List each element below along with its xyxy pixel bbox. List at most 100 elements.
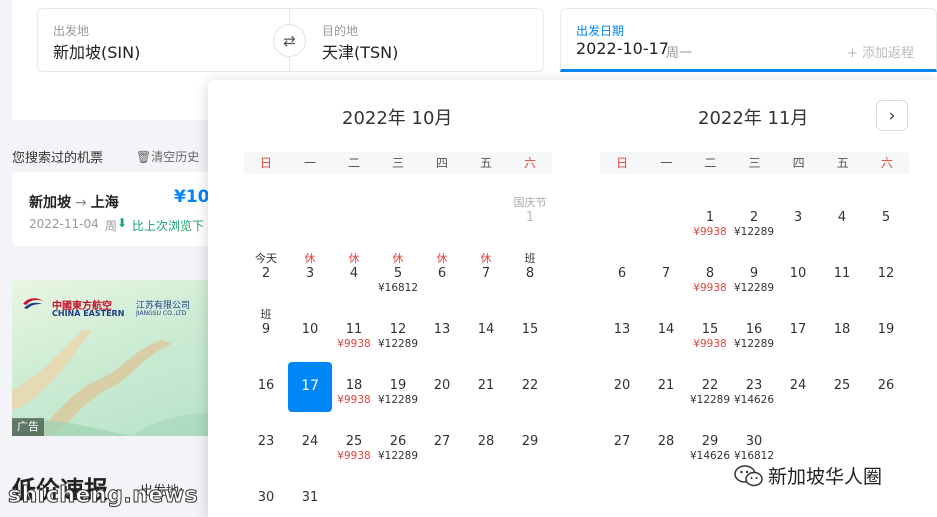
ad-banner[interactable]: 中國東方航空 CHINA EASTERN 江苏有限公司 JIANGSU CO.,…: [12, 280, 217, 436]
day-number: 26: [389, 434, 407, 449]
add-return-button[interactable]: + 添加返程: [847, 42, 914, 61]
weekday-label: 三: [391, 156, 404, 170]
next-month-button[interactable]: ›: [876, 100, 908, 131]
day-cell[interactable]: 12 ¥12289: [376, 308, 420, 358]
day-cell[interactable]: 15: [508, 308, 552, 358]
day-cell[interactable]: 10: [776, 252, 820, 302]
departure-field[interactable]: 出发地 新加坡(SIN): [37, 8, 290, 72]
destination-field[interactable]: 目的地 天津(TSN): [290, 8, 544, 72]
day-cell[interactable]: 15 ¥9938: [688, 308, 732, 358]
day-cell[interactable]: 11: [820, 252, 864, 302]
day-cell[interactable]: 5: [864, 196, 908, 246]
day-number: 16: [257, 378, 275, 393]
day-cell[interactable]: 21: [464, 364, 508, 414]
day-cell[interactable]: 16 ¥12289: [732, 308, 776, 358]
day-number: 13: [613, 322, 631, 337]
day-cell[interactable]: 22 ¥12289: [688, 364, 732, 414]
day-number: 8: [705, 266, 715, 281]
day-cell[interactable]: 20: [420, 364, 464, 414]
day-cell[interactable]: 21: [644, 364, 688, 414]
day-price: ¥12289: [377, 394, 419, 406]
day-cell[interactable]: 8 ¥9938: [688, 252, 732, 302]
day-cell[interactable]: 2 ¥12289: [732, 196, 776, 246]
day-cell[interactable]: 7: [644, 252, 688, 302]
day-cell[interactable]: 休6: [420, 252, 464, 302]
day-number: 29: [521, 434, 539, 449]
day-cell[interactable]: 18: [820, 308, 864, 358]
day-price: ¥12289: [733, 282, 775, 294]
day-cell[interactable]: 班9: [244, 308, 288, 358]
day-cell[interactable]: 14: [464, 308, 508, 358]
day-cell[interactable]: 20: [600, 364, 644, 414]
day-cell[interactable]: 30: [244, 476, 288, 517]
swap-cities-button[interactable]: ⇄: [273, 24, 306, 57]
weekday-label: 四: [792, 156, 805, 170]
day-cell[interactable]: 27: [600, 420, 644, 470]
day-number: 23: [257, 434, 275, 449]
day-cell[interactable]: 10: [288, 308, 332, 358]
day-cell[interactable]: 26 ¥12289: [376, 420, 420, 470]
day-cell[interactable]: 13: [600, 308, 644, 358]
day-cell[interactable]: 班8: [508, 252, 552, 302]
day-cell[interactable]: 13: [420, 308, 464, 358]
day-number: 19: [389, 378, 407, 393]
day-tag: 休: [480, 252, 492, 265]
history-card[interactable]: 新加坡 → 上海 ¥10 2022-11-04 周 ⬇ 比上次浏览下: [12, 172, 217, 246]
day-cell[interactable]: 1 ¥9938: [688, 196, 732, 246]
month-title-october: 2022年 10月: [342, 108, 453, 129]
history-weekday: 周: [105, 219, 118, 233]
day-cell[interactable]: 23: [244, 420, 288, 470]
day-number: 3: [305, 266, 315, 281]
day-cell[interactable]: 29 ¥14626: [688, 420, 732, 470]
day-number: 7: [481, 266, 491, 281]
day-cell[interactable]: 25: [820, 364, 864, 414]
day-number: 14: [657, 322, 675, 337]
day-cell[interactable]: 19 ¥12289: [376, 364, 420, 414]
day-cell[interactable]: 18 ¥9938: [332, 364, 376, 414]
swap-arrows-icon: ⇄: [283, 31, 296, 50]
day-cell[interactable]: 休4: [332, 252, 376, 302]
trash-icon: 🗑: [136, 150, 152, 164]
day-cell[interactable]: 28: [644, 420, 688, 470]
day-cell[interactable]: 17: [776, 308, 820, 358]
day-cell[interactable]: 11 ¥9938: [332, 308, 376, 358]
day-cell[interactable]: 31: [288, 476, 332, 517]
selected-day-cell[interactable]: 17: [288, 362, 332, 412]
day-cell[interactable]: 国庆节 1: [508, 196, 552, 246]
day-cell[interactable]: 25 ¥9938: [332, 420, 376, 470]
day-cell[interactable]: 14: [644, 308, 688, 358]
day-cell[interactable]: 23 ¥14626: [732, 364, 776, 414]
day-cell[interactable]: 3: [776, 196, 820, 246]
wechat-watermark: 新加坡华人圈: [768, 466, 883, 488]
weekday-label: 六: [523, 156, 536, 170]
clear-history-button[interactable]: 🗑清空历史: [136, 148, 199, 165]
day-cell[interactable]: 24: [288, 420, 332, 470]
day-cell[interactable]: 22: [508, 364, 552, 414]
day-cell[interactable]: 16: [244, 364, 288, 414]
day-cell[interactable]: 27: [420, 420, 464, 470]
day-cell[interactable]: 24: [776, 364, 820, 414]
day-cell[interactable]: 休3: [288, 252, 332, 302]
day-cell[interactable]: 休7: [464, 252, 508, 302]
day-cell[interactable]: 休 5 ¥16812: [376, 252, 420, 302]
day-cell[interactable]: 19: [864, 308, 908, 358]
day-number: 29: [701, 434, 719, 449]
weekday-header-november: 日一二三四五六: [600, 152, 909, 174]
day-cell[interactable]: 9 ¥12289: [732, 252, 776, 302]
day-number: 4: [349, 266, 359, 281]
departure-date-field[interactable]: 出发日期 2022-10-17 周一 + 添加返程: [560, 8, 937, 72]
day-cell[interactable]: 今天 2: [244, 252, 288, 302]
day-cell[interactable]: 12: [864, 252, 908, 302]
weekday-label: 日: [616, 156, 629, 170]
day-cell[interactable]: 28: [464, 420, 508, 470]
day-number: 9: [261, 322, 271, 337]
day-number: 30: [745, 434, 763, 449]
day-cell[interactable]: 6: [600, 252, 644, 302]
day-number: 24: [301, 434, 319, 449]
departure-value: 新加坡(SIN): [53, 43, 141, 62]
weekday-label: 二: [704, 156, 717, 170]
history-to: 上海: [90, 195, 119, 211]
day-cell[interactable]: 26: [864, 364, 908, 414]
day-cell[interactable]: 29: [508, 420, 552, 470]
day-cell[interactable]: 4: [820, 196, 864, 246]
